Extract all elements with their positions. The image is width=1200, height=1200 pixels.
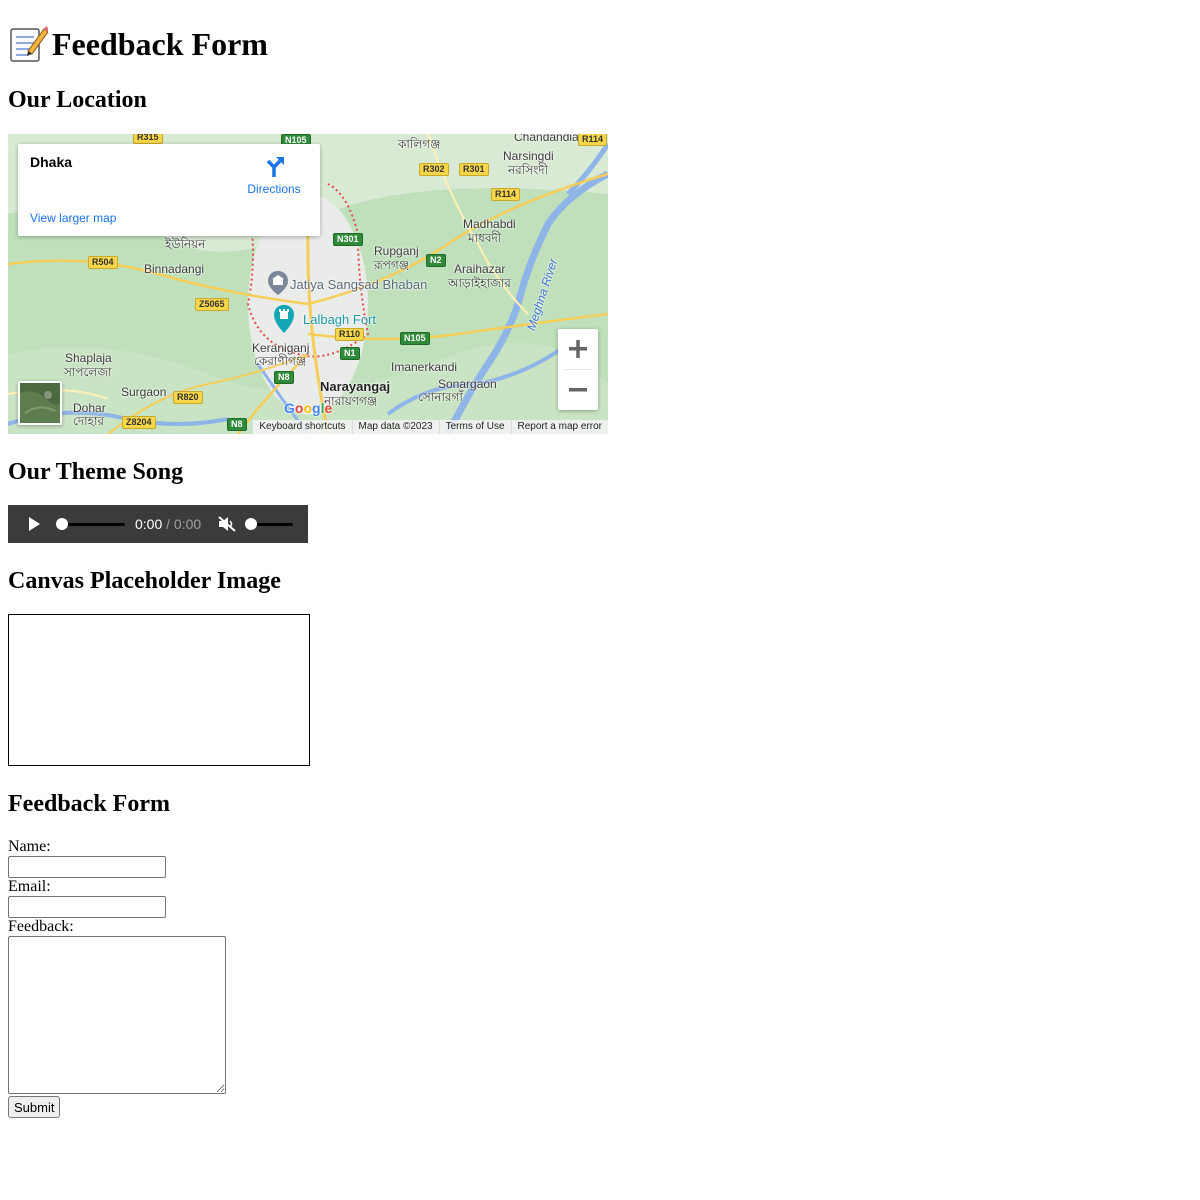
name-field[interactable] bbox=[8, 856, 166, 878]
map-label-chandandia: Chandandia bbox=[514, 134, 579, 144]
feedback-form: Name: Email: Feedback: Submit bbox=[8, 838, 1192, 1118]
museum-pin-icon[interactable] bbox=[267, 270, 289, 301]
map-label-imanerkandi: Imanerkandi bbox=[391, 360, 458, 374]
road-shield: R315 bbox=[133, 134, 163, 144]
submit-button[interactable]: Submit bbox=[8, 1096, 61, 1118]
road-shield: Z8204 bbox=[122, 416, 156, 429]
seek-bar[interactable] bbox=[58, 523, 125, 526]
zoom-control bbox=[558, 329, 598, 410]
road-shield: R114 bbox=[578, 134, 608, 146]
page: Feedback Form Our Location Rupganj রূপগঞ… bbox=[0, 0, 1200, 1118]
email-field[interactable] bbox=[8, 896, 166, 918]
location-heading: Our Location bbox=[8, 87, 147, 113]
duration: / 0:00 bbox=[166, 516, 202, 532]
map-label-shaplaja-bn: সাপলেজা bbox=[64, 365, 112, 379]
map-label-madhabdi-bn: মাধবদী bbox=[468, 231, 502, 245]
feedback-textarea[interactable] bbox=[8, 936, 226, 1094]
page-title-text: Feedback Form bbox=[52, 26, 268, 62]
directions-icon bbox=[266, 157, 284, 177]
road-shield: R110 bbox=[335, 328, 365, 341]
road-shield: Z5065 bbox=[195, 298, 229, 311]
map-label-araihazar-bn: আড়াইহাজার bbox=[448, 276, 511, 290]
theme-song-heading: Our Theme Song bbox=[8, 459, 184, 485]
map-label-narsingdi-bn: নরসিংদী bbox=[508, 163, 549, 177]
map-label-surgaon: Surgaon bbox=[121, 385, 167, 399]
map-embed[interactable]: Rupganj রূপগঞ্জ Narsingdi নরসিংদী Madhab… bbox=[8, 134, 608, 434]
map-label-araihazar: Araihazar bbox=[454, 262, 506, 276]
road-shield: R301 bbox=[459, 163, 489, 176]
memo-icon bbox=[8, 25, 50, 63]
map-label-jatiya: Jatiya Sangsad Bhaban bbox=[290, 277, 428, 292]
road-shield: N8 bbox=[274, 371, 294, 384]
map-label-keraniganj-bn: কেরাণীগঞ্জ bbox=[254, 354, 307, 368]
map-label-dohar-bn: দোহার bbox=[73, 414, 105, 428]
road-shield: R504 bbox=[88, 256, 118, 269]
map-data-text: Map data ©2023 bbox=[351, 420, 439, 434]
terms-of-use-link[interactable]: Terms of Use bbox=[438, 420, 511, 434]
map-label-rupganj-bn: রূপগঞ্জ bbox=[374, 258, 410, 272]
road-shield: R820 bbox=[173, 391, 203, 404]
map-label-narsingdi: Narsingdi bbox=[503, 149, 554, 163]
fort-pin-icon[interactable] bbox=[273, 304, 295, 339]
feedback-label: Feedback: bbox=[8, 918, 74, 935]
zoom-in-button[interactable] bbox=[558, 329, 598, 369]
map-label-union-bn: ইউনিয়ন bbox=[165, 237, 206, 251]
map-label-shaplaja: Shaplaja bbox=[65, 351, 112, 365]
map-label-narayanganj: Narayangaj bbox=[320, 379, 391, 394]
map-info-card: Dhaka Directions View larger map bbox=[18, 144, 320, 236]
report-map-error-link[interactable]: Report a map error bbox=[510, 420, 608, 434]
zoom-out-icon bbox=[569, 388, 587, 392]
mute-button[interactable] bbox=[218, 516, 236, 532]
map-label-sonargaon-bn: সোনারগাঁ bbox=[418, 390, 463, 404]
road-shield: N105 bbox=[400, 332, 430, 345]
satellite-thumbnail[interactable] bbox=[18, 381, 62, 425]
map-label-lalbagh: Lalbagh Fort bbox=[303, 312, 376, 327]
feedback-form-heading: Feedback Form bbox=[8, 791, 170, 817]
road-shield: N301 bbox=[333, 233, 363, 246]
seek-handle[interactable] bbox=[56, 518, 68, 530]
road-shield: N1 bbox=[340, 347, 360, 360]
road-shield: N8 bbox=[227, 418, 247, 431]
keyboard-shortcuts-link[interactable]: Keyboard shortcuts bbox=[253, 420, 351, 434]
view-larger-map-link[interactable]: View larger map bbox=[30, 211, 116, 225]
zoom-in-icon bbox=[569, 340, 587, 358]
directions-label: Directions bbox=[247, 182, 301, 196]
map-place-name: Dhaka bbox=[30, 154, 73, 170]
road-shield: N2 bbox=[426, 254, 446, 267]
muted-speaker-icon bbox=[218, 516, 236, 532]
audio-player: 0:00 / 0:00 bbox=[8, 505, 308, 543]
canvas-placeholder bbox=[8, 614, 310, 766]
current-time: 0:00 bbox=[135, 516, 163, 532]
canvas-heading: Canvas Placeholder Image bbox=[8, 568, 281, 594]
map-label-madhabdi: Madhabdi bbox=[463, 217, 516, 231]
volume-handle[interactable] bbox=[245, 518, 257, 530]
play-icon bbox=[29, 517, 40, 531]
road-shield: R302 bbox=[419, 163, 449, 176]
zoom-out-button[interactable] bbox=[558, 370, 598, 410]
directions-button[interactable]: Directions bbox=[244, 156, 304, 196]
map-label-kaliganj-bn: কালিগঞ্জ bbox=[398, 137, 441, 151]
page-title: Feedback Form bbox=[8, 0, 1192, 64]
google-logo: Google bbox=[284, 400, 333, 416]
road-shield: R114 bbox=[491, 188, 521, 201]
play-button[interactable] bbox=[26, 516, 42, 532]
time-display: 0:00 / 0:00 bbox=[135, 516, 201, 532]
name-label: Name: bbox=[8, 838, 51, 855]
map-label-rupganj: Rupganj bbox=[374, 244, 419, 258]
email-label: Email: bbox=[8, 878, 51, 895]
map-attribution-bar: Keyboard shortcuts Map data ©2023 Terms … bbox=[253, 420, 608, 434]
map-label-binnadangi: Binnadangi bbox=[144, 262, 205, 276]
